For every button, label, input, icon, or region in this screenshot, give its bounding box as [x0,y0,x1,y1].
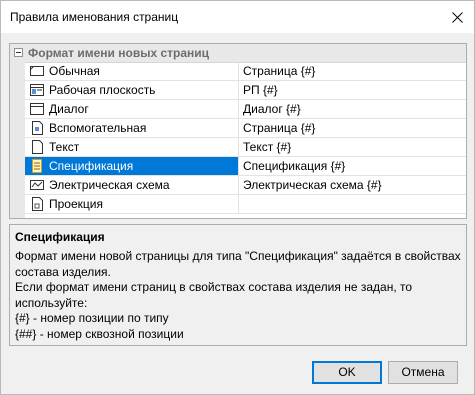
title-bar: Правила именования страниц [1,1,474,33]
description-panel: Спецификация Формат имени новой страницы… [9,224,467,346]
property-row-projection[interactable]: Проекция [25,195,466,214]
property-name-cell[interactable]: Обычная [25,62,239,80]
text-page-icon [29,140,45,154]
category-row[interactable]: Формат имени новых страниц [10,44,466,63]
property-name-cell[interactable]: Спецификация [25,157,239,175]
property-value[interactable]: Страница {#} [243,64,315,78]
property-row-regular[interactable]: Обычная Страница {#} [25,62,466,81]
property-value[interactable]: Спецификация {#} [243,159,345,173]
projection-icon [29,197,45,211]
description-line: {##} - номер сквозной позиции [15,326,184,341]
property-value[interactable]: Страница {#} [243,121,315,135]
property-label: Обычная [49,64,100,78]
property-name-cell[interactable]: Проекция [25,195,239,213]
property-name-cell[interactable]: Текст [25,138,239,156]
property-row-dialog[interactable]: Диалог Диалог {#} [25,100,466,119]
property-row-auxiliary[interactable]: Вспомогательная Страница {#} [25,119,466,138]
property-row-electric-scheme[interactable]: Электрическая схема Электрическая схема … [25,176,466,195]
description-line: используйте: [15,295,88,310]
property-label: Рабочая плоскость [49,83,156,97]
property-label: Диалог [49,102,89,116]
property-label: Проекция [49,197,103,211]
property-name-cell[interactable]: Диалог [25,100,239,118]
description-line: состава изделия. [15,264,111,279]
property-grid[interactable]: Формат имени новых страниц Обычная Стран… [9,43,467,219]
description-line: Формат имени новой страницы для типа "Сп… [15,249,461,263]
property-row-text[interactable]: Текст Текст {#} [25,138,466,157]
property-name-cell[interactable]: Рабочая плоскость [25,81,239,99]
property-label: Электрическая схема [49,178,170,192]
property-value[interactable]: Диалог {#} [243,102,301,116]
electric-scheme-icon [29,178,45,192]
property-label: Спецификация [49,159,134,173]
window-title: Правила именования страниц [10,10,179,24]
close-button[interactable] [444,5,470,29]
property-name-cell[interactable]: Электрическая схема [25,176,239,194]
property-value[interactable]: Электрическая схема {#} [243,178,382,192]
aux-page-icon [29,121,45,135]
property-name-cell[interactable]: Вспомогательная [25,119,239,137]
category-label: Формат имени новых страниц [28,46,210,60]
specification-icon [29,159,45,173]
collapse-toggle-icon[interactable] [14,48,23,57]
property-row-workplane[interactable]: Рабочая плоскость РП {#} [25,81,466,100]
property-value[interactable]: РП {#} [243,83,278,97]
naming-rules-dialog: Правила именования страниц Формат имени … [0,0,475,395]
grid-gutter [10,62,25,218]
dialog-icon [29,102,45,116]
property-row-specification[interactable]: Спецификация Спецификация {#} [25,157,466,176]
cancel-button[interactable]: Отмена [388,361,458,384]
close-icon [451,11,463,23]
description-title: Спецификация [15,230,105,244]
property-label: Вспомогательная [49,121,147,135]
description-body: Формат имени новой страницы для типа "Сп… [15,249,461,342]
workplane-icon [29,83,45,97]
description-line: {#} - номер позиции по типу [15,311,169,325]
property-value[interactable]: Текст {#} [243,140,291,154]
description-line: Если формат имени страниц в свойствах со… [15,280,413,294]
property-label: Текст [49,140,80,154]
ok-button[interactable]: OK [312,361,382,384]
page-icon [29,64,45,78]
